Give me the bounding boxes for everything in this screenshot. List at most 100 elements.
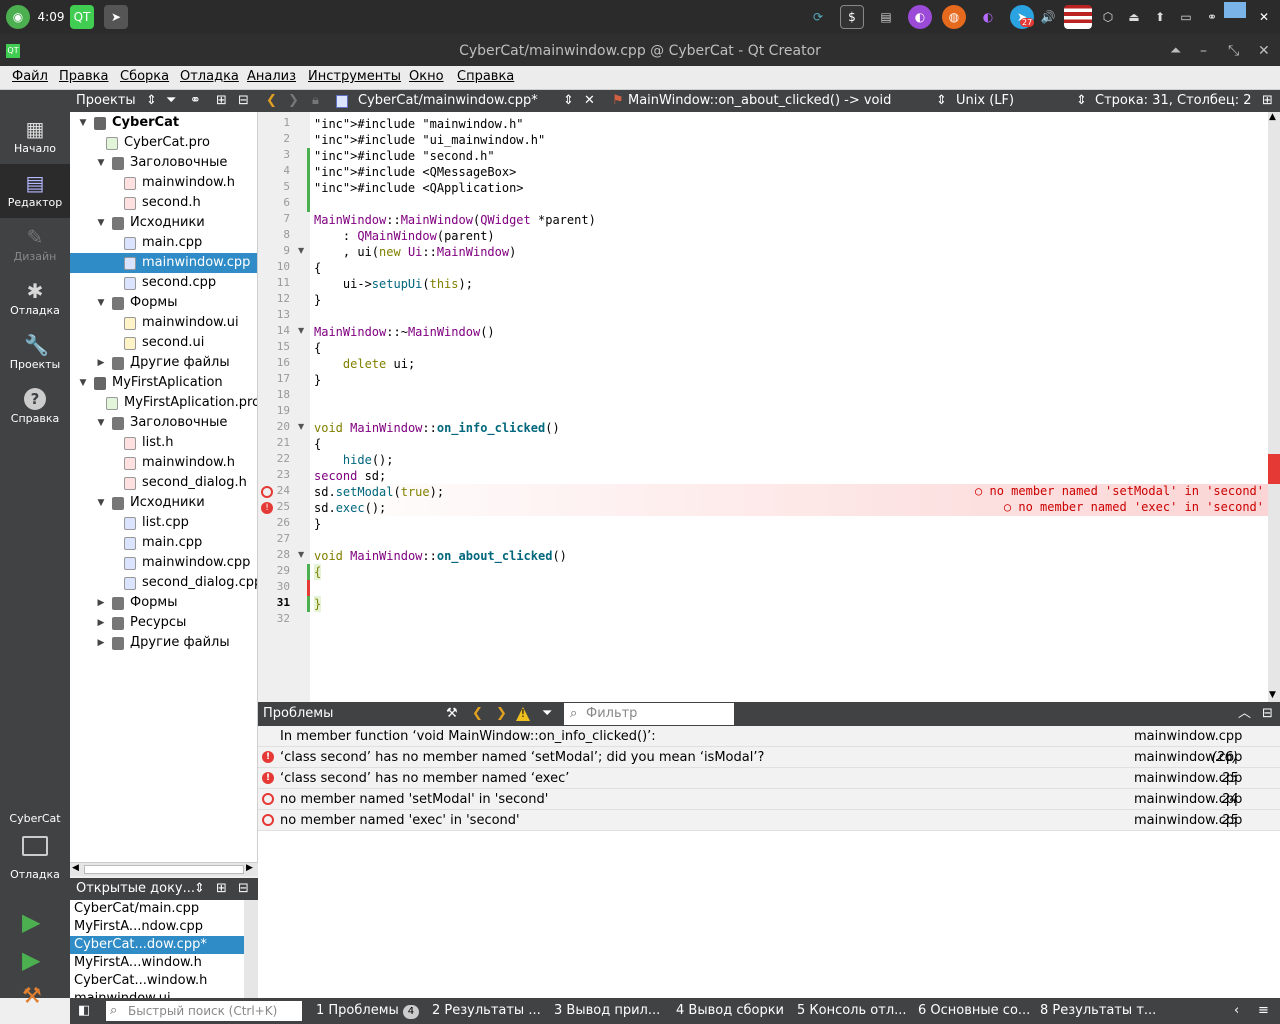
expand-arrow-icon[interactable]: ▼ [96,493,106,513]
code-line[interactable]: "inc">#include <QMessageBox> [314,164,516,180]
code-line[interactable]: } [314,596,322,612]
tree-item[interactable]: MyFirstAplication.pro [70,393,257,413]
fold-arrow-icon[interactable]: ▼ [298,246,304,255]
collapsed-arrow-icon[interactable]: ▶ [96,593,106,613]
expand-arrow-icon[interactable]: ▼ [78,373,88,393]
menu-file[interactable]: Файл [12,69,48,84]
editor-vscrollbar[interactable]: ▲ ▼ [1268,112,1280,702]
code-line[interactable]: { [314,564,322,580]
code-line[interactable]: "inc">#include "second.h" [314,148,495,164]
tree-item[interactable]: ▼ Формы [70,293,257,313]
code-editor[interactable]: "inc">#include "mainwindow.h" "inc">#incl… [310,112,1268,702]
close-pane-icon[interactable]: ⊟ [1262,702,1273,726]
eject-icon[interactable]: ⏏ [1122,5,1146,29]
tree-item[interactable]: ▶ Формы [70,593,257,613]
code-line[interactable]: { [314,436,321,452]
code-line[interactable]: sd.setModal(true); [314,484,444,500]
scroll-right-icon[interactable]: ▶ [246,863,253,873]
code-line[interactable]: "inc">#include "mainwindow.h" [314,116,524,132]
code-line[interactable]: : QMainWindow(parent) [314,228,495,244]
code-line[interactable]: sd.exec(); [314,500,386,516]
filter-icon[interactable]: ⏷ [166,90,176,112]
tree-item[interactable]: mainwindow.cpp [70,253,257,273]
open-docs-scrollbar[interactable] [244,900,258,998]
quick-search-input[interactable]: Быстрый поиск (Ctrl+K) [106,1001,302,1021]
current-file-combo[interactable]: CyberCat/mainwindow.cpp* [358,90,538,112]
fold-arrow-icon[interactable]: ▼ [298,326,304,335]
mode-design[interactable]: ✎ Дизайн [0,218,70,272]
collapsed-arrow-icon[interactable]: ▶ [96,613,106,633]
tree-item[interactable]: mainwindow.h [70,173,257,193]
clean-icon[interactable]: ⚒ [446,702,458,726]
sync-tray-icon[interactable]: ⟳ [806,5,830,29]
build-hammer-icon[interactable]: ⚒ [22,984,42,1009]
menu-debug[interactable]: Отладка [180,69,239,84]
screen-icon[interactable]: ▭ [1174,5,1198,29]
code-line[interactable]: { [314,340,321,356]
code-line[interactable]: "inc">#include <QApplication> [314,180,524,196]
link-icon[interactable]: ⚭ [1200,5,1224,29]
toggle-sidebar-icon[interactable]: ◧ [78,998,90,1024]
code-line[interactable]: MainWindow::~MainWindow() [314,324,495,340]
menu-tools[interactable]: Инструменты [308,69,401,84]
scroll-down-icon[interactable]: ▼ [1269,690,1276,700]
problems-filter-input[interactable]: Фильтр [564,703,734,725]
filter-icon[interactable]: ⏷ [542,702,552,726]
chevron-updown-icon[interactable]: ⇕ [936,90,947,112]
tree-item[interactable]: second.ui [70,333,257,353]
line-ending-combo[interactable]: Unix (LF) [956,90,1014,112]
output-tab[interactable]: 8 Результаты т... [1040,998,1156,1024]
tree-item[interactable]: main.cpp [70,233,257,253]
output-tab[interactable]: 2 Результаты ... [432,998,541,1024]
open-document-item[interactable]: mainwindow.ui [70,990,258,998]
collapsed-arrow-icon[interactable]: ▶ [96,633,106,653]
close-session-icon[interactable]: ✕ [1252,5,1276,29]
desktop-preview-icon[interactable] [1224,2,1246,18]
tree-item[interactable]: ▶ Ресурсы [70,613,257,633]
chevron-up-icon[interactable]: ︿ [1238,702,1251,726]
tree-item[interactable]: mainwindow.h [70,453,257,473]
problem-row[interactable]: ! ‘class second’ has no member named ‘set… [258,747,1280,768]
chevron-updown-icon[interactable]: ⇕ [146,90,157,112]
code-line[interactable]: hide(); [314,452,394,468]
mode-help[interactable]: ? Справка [0,380,70,434]
problem-row[interactable]: ! ‘class second’ has no member named ‘exe… [258,768,1280,789]
code-line[interactable]: MainWindow::MainWindow(QWidget *parent) [314,212,596,228]
close-icon[interactable]: ✕ [1258,40,1270,62]
app-tray-icon[interactable]: ◐ [976,5,1000,29]
tree-item[interactable]: ▼ MyFirstAplication [70,373,257,393]
output-tab[interactable]: 6 Основные со... [918,998,1030,1024]
problem-row[interactable]: no member named 'exec' in 'second' mainwi… [258,810,1280,831]
projects-pane-title[interactable]: Проекты [76,93,136,108]
open-document-item[interactable]: CyberCat...window.h [70,972,258,990]
open-document-item[interactable]: CyberCat/main.cpp [70,900,258,918]
fold-arrow-icon[interactable]: ▼ [298,550,304,559]
restore-icon[interactable]: ⤡ [1228,40,1239,62]
error-marker[interactable] [1268,454,1280,484]
code-line[interactable]: } [314,516,321,532]
split-icon[interactable]: ⊞ [216,90,227,112]
problem-row[interactable]: In member function ‘void MainWindow::on_… [258,726,1280,747]
warning-circle-icon[interactable] [261,486,273,498]
cursor-position[interactable]: Строка: 31, Столбец: 2 [1095,90,1252,112]
chevron-updown-icon[interactable]: ⇕ [1076,90,1087,112]
mode-projects[interactable]: 🔧 Проекты [0,326,70,380]
mode-welcome[interactable]: ▦ Начало [0,110,70,164]
tree-item[interactable]: ▼ Заголовочные [70,413,257,433]
error-icon[interactable]: ! [261,502,273,514]
tree-item[interactable]: CyberCat.pro [70,133,257,153]
code-line[interactable]: delete ui; [314,356,415,372]
expand-arrow-icon[interactable]: ▼ [78,113,88,133]
debug-run-icon[interactable]: ▶ [22,946,40,974]
scroll-left-icon[interactable]: ◀ [72,863,79,873]
open-document-item[interactable]: CyberCat...dow.cpp* [70,936,258,954]
tree-item[interactable]: ▼ CyberCat [70,113,257,133]
split-icon[interactable]: ⊞ [216,878,227,900]
volume-icon[interactable]: 🔊 [1036,5,1060,29]
code-line[interactable]: , ui(new Ui::MainWindow) [314,244,516,260]
expand-arrow-icon[interactable]: ▼ [96,413,106,433]
telegram-task-icon[interactable]: ➤ [104,5,128,29]
sync-link-icon[interactable]: ⚭ [190,90,201,112]
open-document-item[interactable]: MyFirstA...ndow.cpp [70,918,258,936]
open-document-item[interactable]: MyFirstA...window.h [70,954,258,972]
